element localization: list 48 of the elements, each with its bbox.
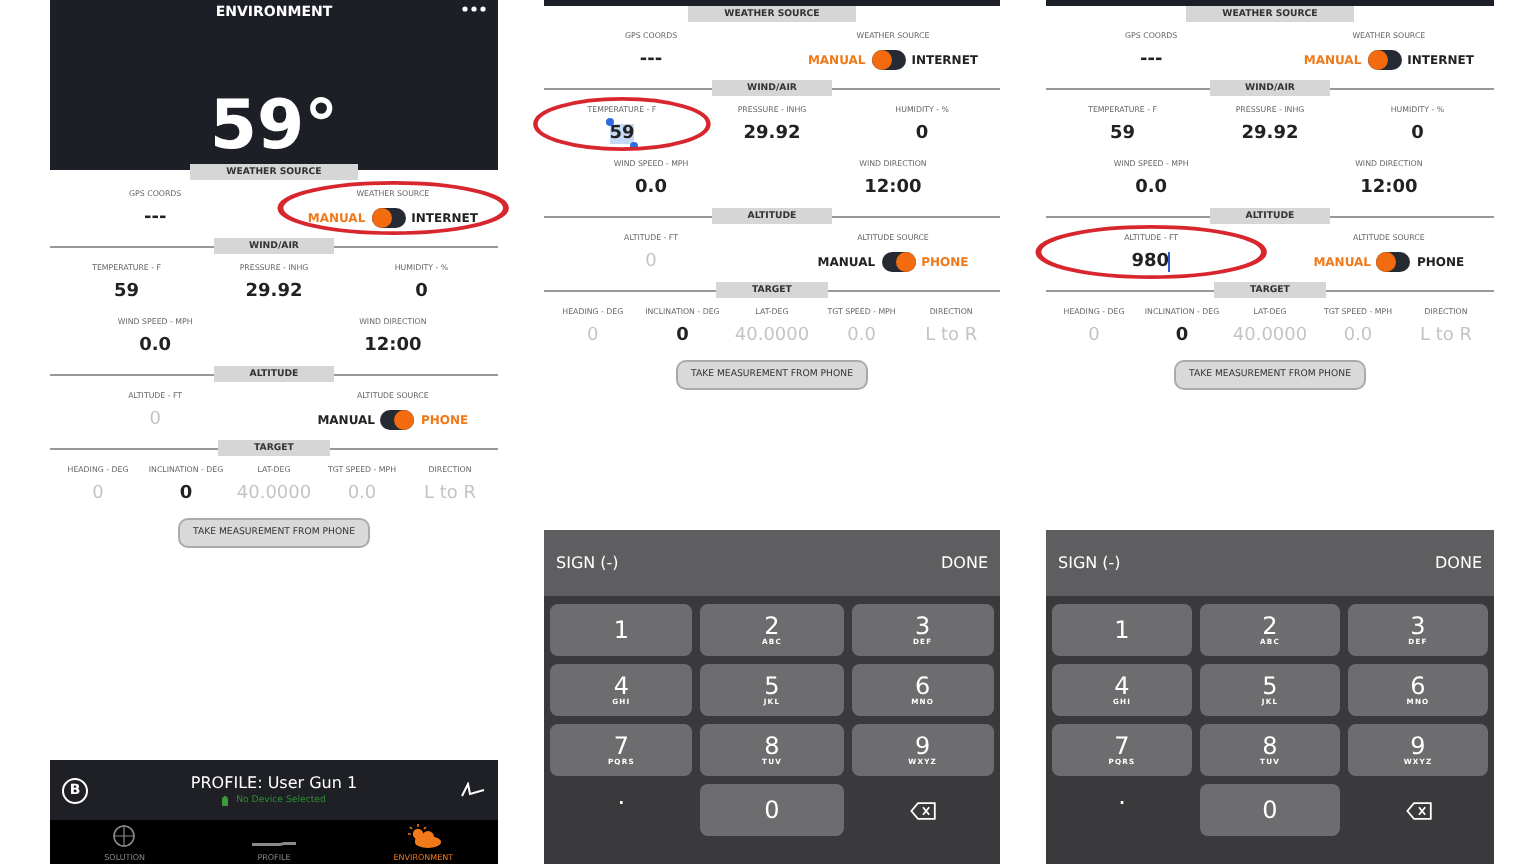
keypad-key[interactable]: 0 [700, 784, 844, 836]
done-button[interactable]: DONE [937, 550, 992, 576]
backspace-icon [1405, 801, 1431, 819]
trajectory-icon[interactable] [460, 782, 486, 798]
keypad-key[interactable]: 1 [1052, 604, 1192, 656]
done-button[interactable]: DONE [1431, 550, 1486, 576]
value-field[interactable]: 0 [915, 124, 929, 144]
battery-icon [222, 796, 229, 806]
value-field[interactable]: 29.92 [245, 282, 303, 302]
value-field[interactable]: 0.0 [1135, 178, 1168, 198]
value-field[interactable]: 0 [676, 326, 689, 346]
value-field[interactable]: 29.92 [1241, 124, 1299, 144]
value-field[interactable]: 29.92 [743, 124, 801, 144]
toggle-switch[interactable] [371, 208, 406, 228]
rifle-icon [252, 840, 296, 848]
backspace-icon [909, 801, 936, 819]
value-field[interactable]: 0 [415, 282, 428, 302]
value-field[interactable]: 980 [1131, 252, 1171, 272]
more-icon[interactable] [462, 6, 486, 12]
toggle-switch[interactable] [1367, 50, 1402, 70]
value-field[interactable]: --- [639, 50, 663, 70]
value-field[interactable]: 12:00 [864, 178, 922, 198]
temperature-reading: 59° [209, 92, 339, 160]
value-field[interactable]: 0.0 [139, 336, 172, 356]
profile-title: PROFILE: User Gun 1 [190, 774, 358, 792]
crosshair-icon [112, 824, 137, 848]
sign-button[interactable]: SIGN (-) [552, 550, 623, 576]
value-field[interactable]: 0 [1175, 326, 1189, 346]
value-field[interactable]: 59 [609, 124, 635, 144]
value-field[interactable]: 0.0 [635, 178, 667, 198]
sign-button[interactable]: SIGN (-) [1054, 550, 1125, 576]
value-field[interactable]: 0 [179, 484, 193, 504]
value-field[interactable]: 59 [1110, 124, 1136, 144]
value-field[interactable]: --- [143, 208, 167, 228]
toggle-switch[interactable] [1376, 252, 1411, 272]
toggle-switch[interactable] [380, 410, 415, 430]
keypad-key[interactable]: 0 [1200, 784, 1340, 836]
toggle-switch[interactable] [881, 252, 916, 272]
toggle-switch[interactable] [871, 50, 906, 70]
value-field[interactable]: --- [1139, 50, 1163, 70]
value-field[interactable]: 59 [114, 282, 140, 302]
value-field[interactable]: 12:00 [364, 336, 422, 356]
keypad-key[interactable]: 1 [550, 604, 693, 656]
value-field[interactable]: 0 [1411, 124, 1424, 144]
keypad-key[interactable]: . [550, 784, 693, 836]
keypad-key[interactable]: . [1052, 784, 1192, 836]
cloud-sun-icon [405, 824, 442, 848]
value-field[interactable]: 12:00 [1360, 178, 1418, 198]
